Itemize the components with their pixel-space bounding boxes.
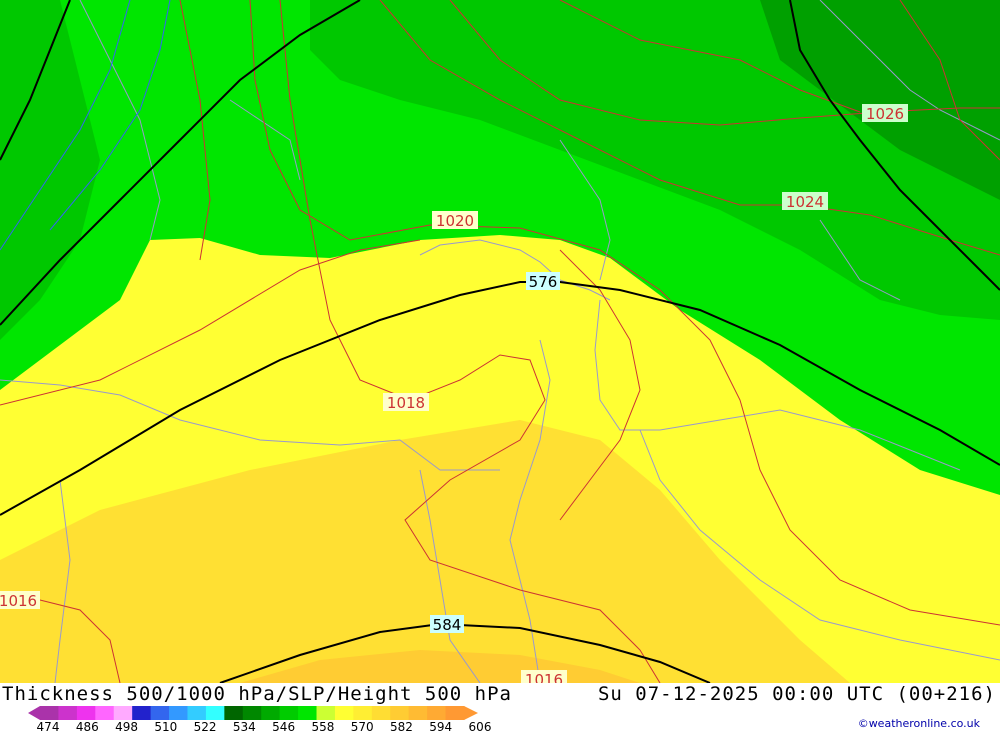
colorbar-segment	[205, 706, 225, 720]
colorbar-segment	[427, 706, 447, 720]
weather-map: 1026 1024 1020 1018 1016 1016 576 584	[0, 0, 1000, 683]
colorbar-segment	[58, 706, 78, 720]
colorbar-segment	[334, 706, 354, 720]
credit-text: ©weatheronline.co.uk	[857, 717, 980, 730]
colorbar-tick-label: 582	[390, 720, 413, 734]
colorbar-segment	[242, 706, 262, 720]
colorbar	[28, 706, 478, 720]
colorbar-segment	[40, 706, 59, 720]
colorbar-segment	[298, 706, 318, 720]
colorbar-segment	[316, 706, 336, 720]
colorbar-segment	[279, 706, 299, 720]
isobar-label: 1020	[436, 212, 474, 230]
colorbar-tick-label: 522	[193, 720, 217, 734]
colorbar-segment	[169, 706, 188, 720]
colorbar-segment	[445, 706, 465, 720]
colorbar-tick-label: 486	[75, 720, 99, 734]
colorbar-segment	[390, 706, 410, 720]
map-datetime: Su 07-12-2025 00:00 UTC (00+216)	[597, 683, 996, 705]
height-label: 584	[433, 616, 462, 634]
colorbar-tick-label: 570	[350, 720, 374, 734]
colorbar-tick-label: 558	[311, 720, 335, 734]
colorbar-segment	[95, 706, 115, 720]
colorbar-tick-label: 546	[272, 720, 296, 734]
colorbar-segment	[224, 706, 244, 720]
isobar-label: 1024	[786, 193, 824, 211]
colorbar-segment	[371, 706, 391, 720]
colorbar-segment	[261, 706, 281, 720]
colorbar-tick-label: 594	[429, 720, 453, 734]
colorbar-segment	[150, 706, 170, 720]
colorbar-labels: 474 486 498 510 522 534 546 558 570 582 594 606	[0, 720, 520, 734]
colorbar-segment	[113, 706, 133, 720]
colorbar-segment	[132, 706, 152, 720]
map-footer: Thickness 500/1000 hPa/SLP/Height 500 hP…	[0, 683, 1000, 734]
colorbar-segment	[408, 706, 428, 720]
isobar-label: 1018	[387, 394, 425, 412]
height-label: 576	[529, 273, 558, 291]
colorbar-tick-label: 606	[468, 720, 492, 734]
colorbar-tick-label: 474	[36, 720, 60, 734]
isobar-label: 1016	[0, 592, 37, 610]
colorbar-tick-label: 534	[232, 720, 256, 734]
colorbar-segment	[353, 706, 373, 720]
colorbar-segment	[187, 706, 207, 720]
colorbar-arrow-right	[464, 706, 478, 720]
map-title: Thickness 500/1000 hPa/SLP/Height 500 hP…	[2, 683, 512, 705]
colorbar-segment	[76, 706, 96, 720]
colorbar-arrow-left	[28, 706, 40, 720]
isobar-label: 1026	[866, 105, 904, 123]
isobar-label: 1016	[525, 671, 563, 683]
colorbar-tick-label: 510	[154, 720, 178, 734]
colorbar-tick-label: 498	[115, 720, 138, 734]
